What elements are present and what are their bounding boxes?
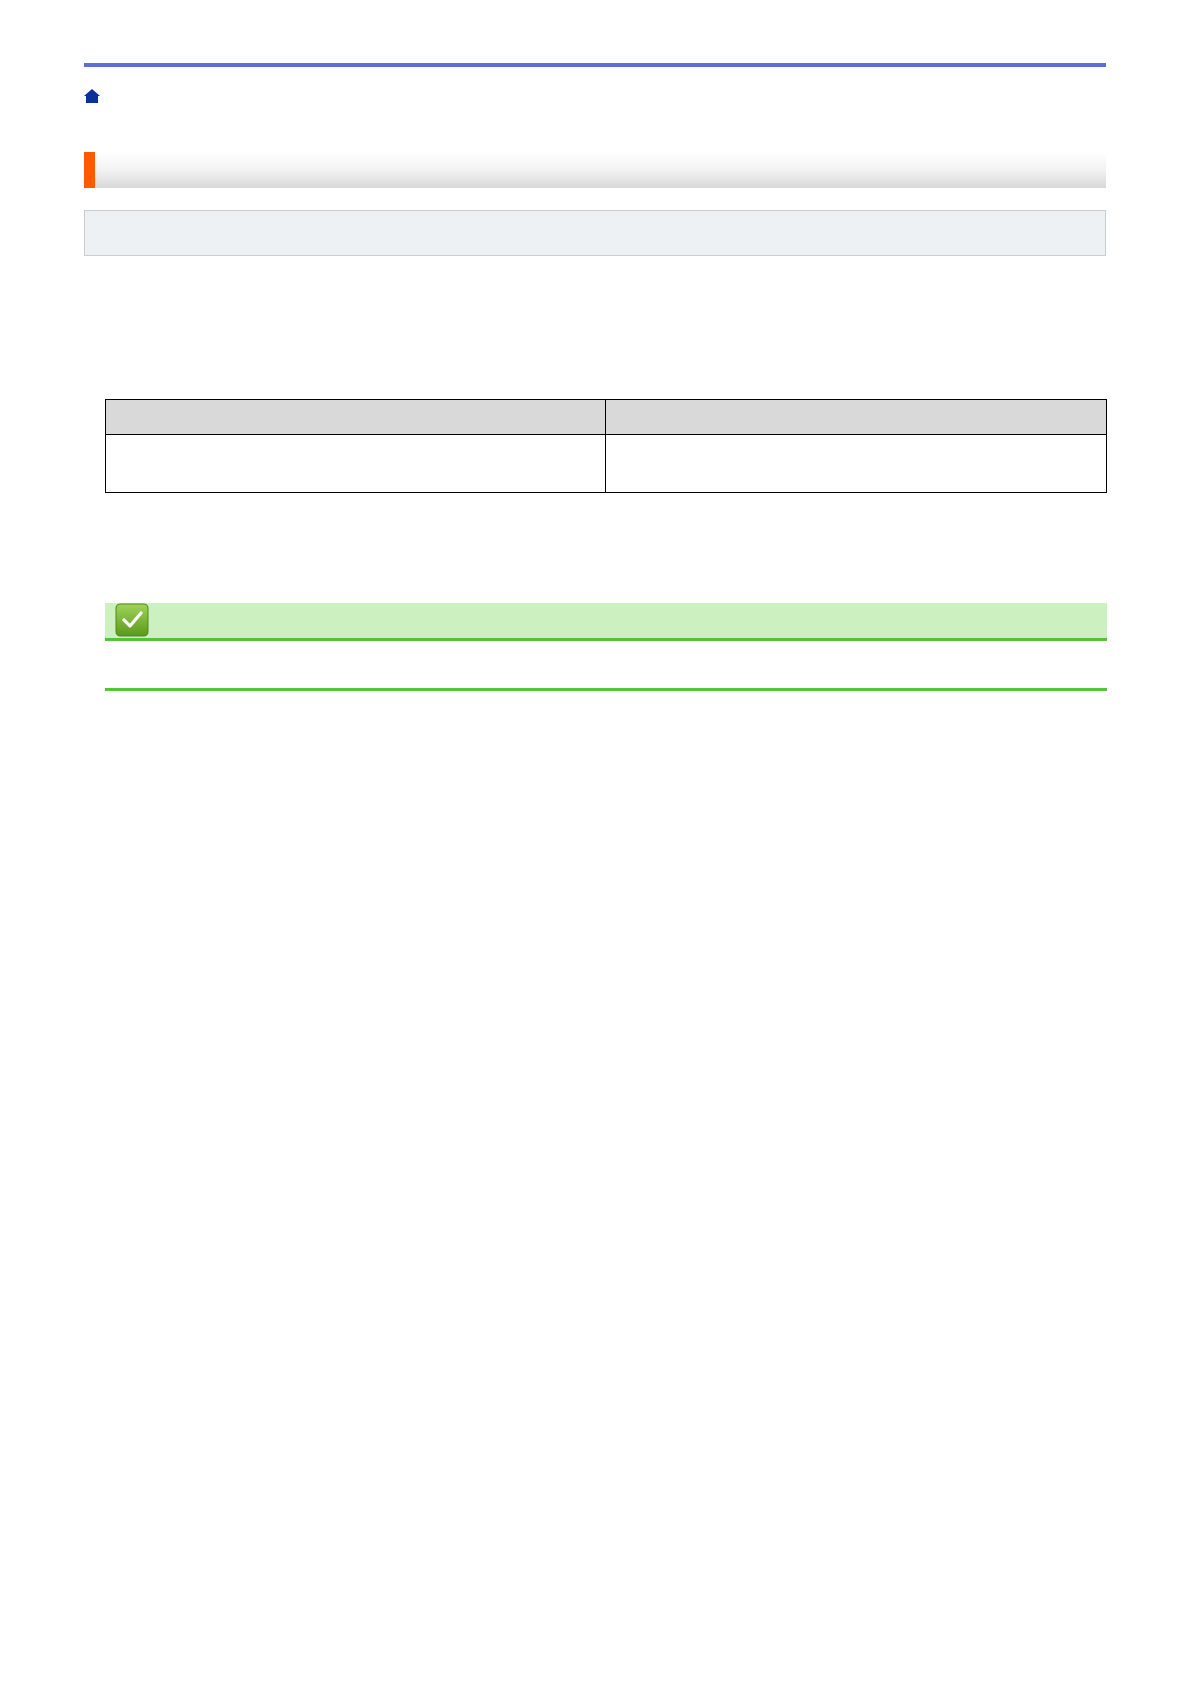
spec-table xyxy=(105,399,1107,493)
related-models-box xyxy=(84,210,1106,256)
heading-accent-bar xyxy=(84,152,95,188)
top-rule xyxy=(84,63,1106,67)
table-cell xyxy=(105,434,606,493)
table-cell xyxy=(605,434,1107,493)
table-header-cell xyxy=(105,399,606,435)
table-header-row xyxy=(105,399,1107,435)
section-heading xyxy=(84,152,1106,188)
table-row xyxy=(105,434,1107,493)
home-icon[interactable] xyxy=(83,88,101,104)
related-information-bar xyxy=(105,603,1107,641)
bottom-rule xyxy=(105,688,1107,691)
check-icon xyxy=(115,603,149,637)
table-header-cell xyxy=(605,399,1107,435)
